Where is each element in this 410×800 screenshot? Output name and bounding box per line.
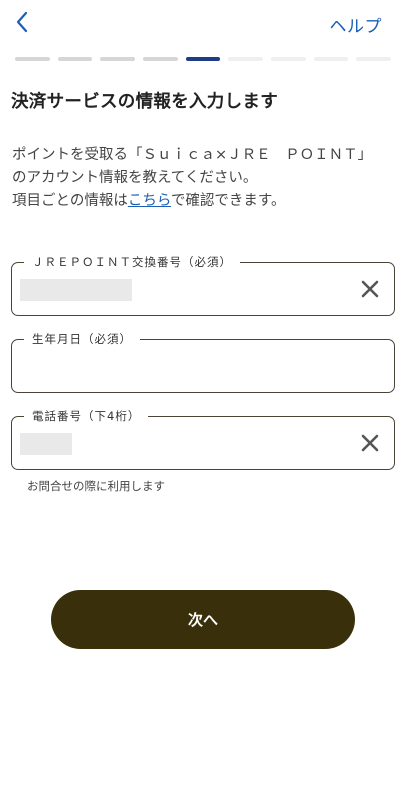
progress-step bbox=[356, 57, 392, 61]
masked-value bbox=[20, 433, 72, 455]
close-icon[interactable] bbox=[360, 433, 380, 453]
phone-last4-label: 電話番号（下4桁） bbox=[24, 408, 149, 424]
birth-date-label: 生年月日（必須） bbox=[24, 331, 140, 347]
progress-step bbox=[15, 57, 50, 61]
page-title: 決済サービスの情報を入力します bbox=[11, 92, 278, 112]
description-line: ポイントを受取る「Ｓｕｉｃａ×ＪＲＥ ＰＯＩＮＴ」 bbox=[12, 147, 373, 163]
description-text: で確認できます。 bbox=[170, 193, 286, 209]
close-icon[interactable] bbox=[360, 279, 380, 299]
description-line: 項目ごとの情報はこちらで確認できます。 bbox=[12, 190, 402, 213]
progress-step bbox=[271, 57, 306, 61]
progress-step-current bbox=[185, 57, 221, 61]
progress-step bbox=[228, 57, 264, 61]
progress-step bbox=[57, 57, 93, 61]
page: ヘルプ 決済サービスの情報を入力します ポイントを受取る「Ｓｕｉｃａ×ＪＲＥ Ｐ… bbox=[0, 0, 410, 800]
progress-step bbox=[143, 57, 178, 61]
jre-point-number-field[interactable]: ＪＲＥＰＯＩＮＴ交換番号（必須） bbox=[11, 254, 395, 316]
description-line: のアカウント情報を教えてください。 bbox=[12, 170, 258, 186]
birth-date-field[interactable]: 生年月日（必須） bbox=[11, 331, 395, 393]
back-button[interactable] bbox=[10, 8, 34, 36]
chevron-left-icon bbox=[16, 11, 28, 33]
description: ポイントを受取る「Ｓｕｉｃａ×ＪＲＥ ＰＯＩＮＴ」 のアカウント情報を教えてくだ… bbox=[12, 144, 402, 213]
info-link[interactable]: こちら bbox=[128, 193, 171, 209]
progress-step bbox=[100, 57, 136, 61]
jre-point-number-label: ＪＲＥＰＯＩＮＴ交換番号（必須） bbox=[24, 254, 240, 270]
description-text: 項目ごとの情報は bbox=[12, 193, 128, 209]
help-link[interactable]: ヘルプ bbox=[330, 12, 383, 37]
progress-step bbox=[313, 57, 349, 61]
phone-last4-field[interactable]: 電話番号（下4桁） bbox=[11, 408, 395, 470]
masked-value bbox=[20, 279, 132, 301]
next-button[interactable]: 次へ bbox=[51, 590, 355, 649]
progress-steps bbox=[15, 57, 392, 61]
phone-hint: お問合せの際に利用します bbox=[27, 479, 165, 493]
